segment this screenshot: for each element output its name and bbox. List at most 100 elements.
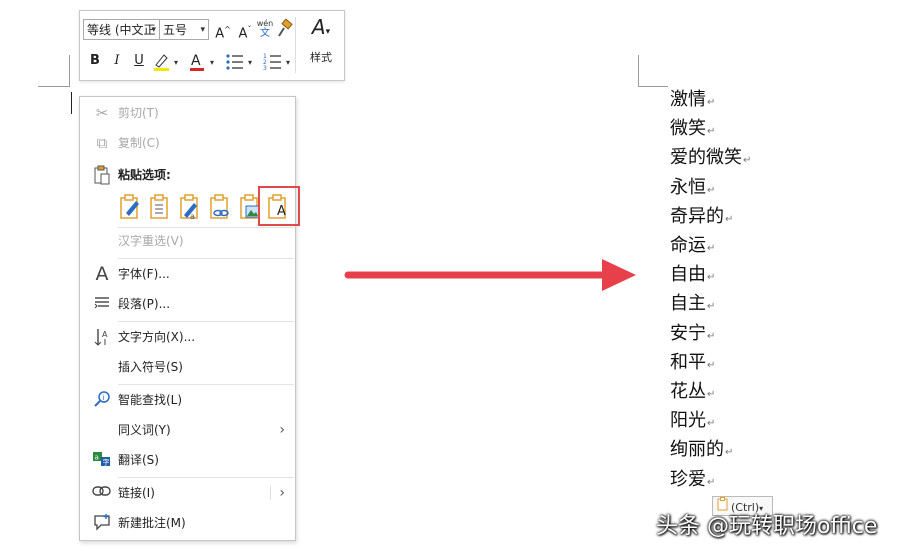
document-line: 自由↵ [670,261,715,292]
text-cursor [71,92,72,114]
shrink-font-button[interactable]: Aˇ [236,21,254,43]
font-size-combo[interactable]: 五号 ▾ [159,19,209,40]
styles-button[interactable]: A▾ 样式 [304,15,338,66]
page-corner-mark [638,86,668,87]
chevron-down-icon: ▾ [151,25,156,35]
paste-link-button[interactable] [208,193,232,221]
menu-item-synonyms[interactable]: 同义词(Y) › [80,416,295,444]
document-line-text: 安宁 [670,322,706,344]
menu-item-reconvert[interactable]: 汉字重选(V) [80,227,295,255]
menu-item-new-comment-label: 新建批注(M) [118,516,186,530]
svg-text:3: 3 [263,65,267,72]
menu-item-copy-label: 复制(C) [118,136,160,150]
document-line: 永恒↵ [670,174,715,205]
document-line: 安宁↵ [670,320,715,351]
menu-item-insert-symbol[interactable]: 插入符号(S) [80,353,295,381]
svg-text:A: A [191,53,201,69]
highlight-color-button[interactable]: ▾ [152,51,184,79]
paragraph-mark: ↵ [707,243,716,254]
comment-icon [92,513,112,533]
font-color-icon: A ▾ [190,53,214,71]
font-name-combo[interactable]: 等线 (中文正 ▾ [83,19,160,40]
paste-link-icon [210,194,229,219]
menu-separator [118,258,294,259]
phonetic-guide-button[interactable]: wén 文 [256,19,274,39]
paste-keep-source-formatting-button[interactable] [118,193,142,221]
numbered-list-icon: 1 2 3 ▾ [263,53,290,72]
copy-icon: ⧉ [96,134,108,152]
page-corner-mark [69,55,70,86]
context-menu: ✂ 剪切(T) ⧉ 复制(C) 粘贴选项: a A 汉字重选(V) A 字体(F… [79,96,296,541]
menu-item-smart-lookup-label: 智能查找(L) [118,393,183,407]
grow-font-icon: A [215,26,225,42]
split-divider [270,486,271,500]
document-line: 奇异的↵ [670,203,733,234]
document-line-text: 奇异的 [670,205,724,227]
menu-item-new-comment[interactable]: 新建批注(M) [80,509,295,537]
font-color-button[interactable]: A ▾ [188,51,220,79]
numbering-button[interactable]: 1 2 3 ▾ [262,51,296,79]
document-line-text: 珍爱 [670,468,706,490]
paragraph-icon [92,294,112,314]
svg-text:▾: ▾ [248,58,252,67]
document-line-text: 命运 [670,235,706,256]
document-line-text: 花丛 [670,381,706,402]
document-line-text: 永恒 [670,176,706,198]
svg-text:a: a [190,212,195,221]
bold-button[interactable]: B [88,52,102,70]
paragraph-mark: ↵ [707,126,716,138]
document-line: 和平↵ [670,349,715,380]
document-line-text: 自由 [670,264,706,286]
styles-icon: A▾ [311,15,331,39]
clipboard-icon [92,165,112,185]
document-line: 激情↵ [670,86,715,117]
menu-item-translate-label: 翻译(S) [118,453,159,467]
menu-item-font[interactable]: A 字体(F)... [80,260,295,288]
menu-item-text-direction[interactable]: A 文字方向(X)... [80,323,295,351]
menu-item-translate[interactable]: a字 翻译(S) [80,446,295,474]
paste-text-only-highlight [258,186,300,226]
menu-item-smart-lookup[interactable]: i 智能查找(L) [80,386,295,414]
italic-button[interactable]: I [110,52,124,70]
document-line: 阳光↵ [670,407,715,438]
paragraph-mark: ↵ [725,213,734,225]
menu-item-reconvert-label: 汉字重选(V) [118,234,184,248]
svg-text:i: i [103,394,105,402]
menu-separator [118,384,294,385]
paste-use-destination-styles-button[interactable]: a [178,193,202,221]
svg-text:▾: ▾ [286,58,290,67]
svg-text:▾: ▾ [174,58,178,67]
paste-destination-styles-icon: a [180,194,198,221]
document-line: 自主↵ [670,290,715,321]
menu-item-insert-symbol-label: 插入符号(S) [118,360,183,374]
menu-separator [118,321,294,322]
svg-text:▾: ▾ [210,58,214,67]
bullets-button[interactable]: ▾ [224,51,258,79]
svg-text:字: 字 [103,458,110,467]
grow-font-button[interactable]: A^ [214,21,232,43]
paragraph-mark: ↵ [707,389,716,400]
menu-item-cut[interactable]: ✂ 剪切(T) [80,99,295,127]
menu-item-paragraph[interactable]: 段落(P)... [80,290,295,318]
paste-merge-formatting-button[interactable] [148,193,172,221]
paragraph-mark: ↵ [707,97,716,108]
document-line: 命运↵ [670,232,715,263]
paste-merge-icon [150,194,168,219]
format-painter-button[interactable] [276,18,294,45]
chevron-right-icon: › [279,485,285,501]
menu-item-copy[interactable]: ⧉ 复制(C) [80,129,295,157]
document-line-text: 和平 [670,351,706,373]
font-icon: A [95,263,109,285]
document-line-text: 微笑 [670,118,706,140]
document-line: 绚丽的↵ [670,436,733,467]
menu-item-link[interactable]: 链接(I) › [80,479,295,507]
smart-lookup-icon: i [92,390,112,410]
menu-item-font-label: 字体(F)... [118,267,170,281]
paragraph-mark: ↵ [707,476,716,488]
menu-item-link-label: 链接(I) [118,486,155,500]
phonetic-guide-bottom: 文 [260,28,270,39]
paste-options-label: 粘贴选项: [118,168,171,182]
paste-keep-source-icon [120,194,139,219]
underline-button[interactable]: U [132,52,146,70]
document-line-text: 阳光 [670,410,706,432]
